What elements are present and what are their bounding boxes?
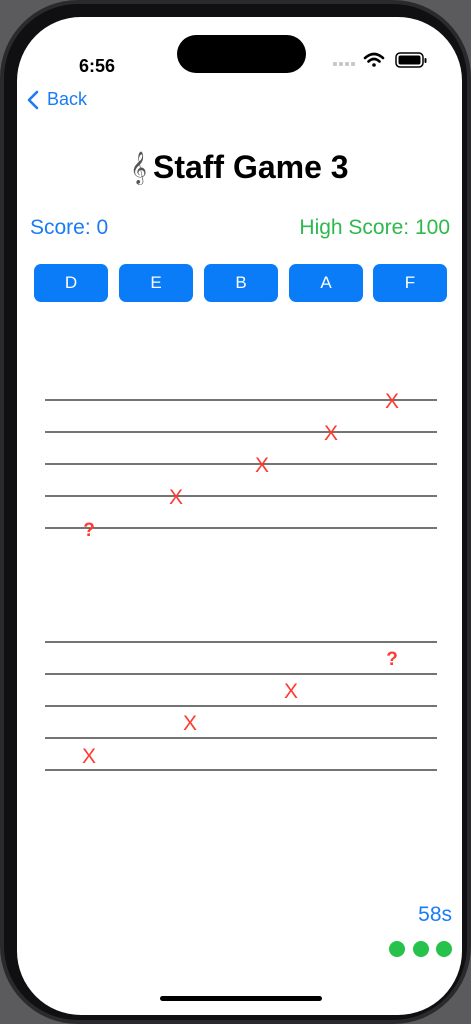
staff-bottom [45,641,437,771]
phone-frame: 6:56 Back 𝄞 Staff Game 3 Score: 0 High S… [0,0,471,1024]
note-marker: ? [386,649,398,670]
phone-bezel: 6:56 Back 𝄞 Staff Game 3 Score: 0 High S… [4,4,467,1020]
note-marker: X [385,390,399,413]
app-screen: 6:56 Back 𝄞 Staff Game 3 Score: 0 High S… [17,17,462,1015]
note-marker: X [82,745,96,768]
note-marker: ? [83,520,95,541]
progress-dot [413,941,429,957]
staff-top [45,399,437,529]
progress-dot [436,941,452,957]
countdown-timer: 58s [418,903,452,926]
note-marker: X [255,454,269,477]
home-indicator[interactable] [160,996,322,1001]
progress-dot [389,941,405,957]
note-marker: X [169,486,183,509]
staff-canvas: ? X X X X X X X ? [45,390,437,771]
note-marker: X [284,680,298,703]
note-marker: X [324,422,338,445]
note-marker: X [183,712,197,735]
